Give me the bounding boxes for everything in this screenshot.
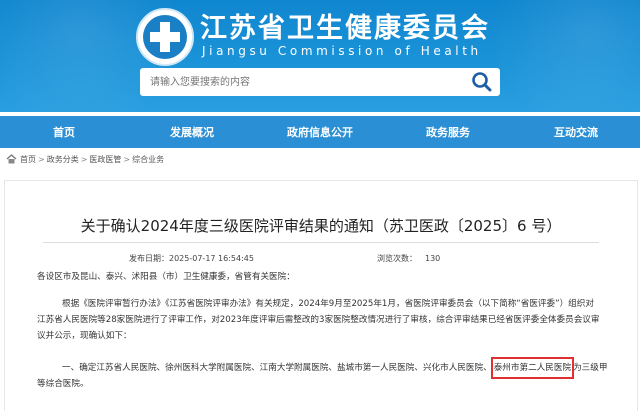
nav-item-gov-info[interactable]: 政府信息公开 xyxy=(256,116,384,148)
nav-item-services[interactable]: 政务服务 xyxy=(384,116,512,148)
breadcrumb-category[interactable]: 政务分类 xyxy=(47,154,79,165)
publish-date: 发布日期：2025-07-17 16:54:45 xyxy=(129,253,254,264)
view-count-value: 130 xyxy=(425,254,441,263)
publish-date-value: 2025-07-17 16:54:45 xyxy=(169,254,254,263)
site-title: 江苏省卫生健康委员会 xyxy=(200,13,490,44)
health-commission-emblem-icon[interactable] xyxy=(136,8,194,66)
para2-suffix: 为三级甲 xyxy=(573,363,608,373)
view-count: 浏览次数： 130 xyxy=(377,253,440,264)
para2-prefix: 一、确定江苏省人民医院、徐州医科大学附属医院、江南大学附属医院、盐城市第一人民医… xyxy=(62,363,492,373)
paragraph-line: 一、确定江苏省人民医院、徐州医科大学附属医院、江南大学附属医院、盐城市第一人民医… xyxy=(62,357,608,379)
article-panel: 关于确认2024年度三级医院评审结果的通知（苏卫医政〔2025〕6 号） 发布日… xyxy=(4,180,638,411)
search-button[interactable] xyxy=(470,71,494,93)
paragraph-line: 根据《医院评审暂行办法》《江苏省医院评审办法》有关规定，2024年9月至2025… xyxy=(62,299,594,309)
paragraph-line: 等综合医院。 xyxy=(37,379,89,389)
article-title: 关于确认2024年度三级医院评审结果的通知（苏卫医政〔2025〕6 号） xyxy=(80,217,562,235)
paragraph-line: 江苏省人民医院等28家医院进行了评审工作，对2023年度评审后需整改的3家医院整… xyxy=(37,315,600,325)
home-icon xyxy=(6,154,17,164)
main-nav: 首页 发展概况 政府信息公开 政务服务 互动交流 xyxy=(0,116,640,148)
breadcrumb-separator: > xyxy=(123,154,131,164)
breadcrumb-general-business[interactable]: 综合业务 xyxy=(132,154,164,165)
site-header: 江苏省卫生健康委员会 Jiangsu Commission of Health xyxy=(0,0,640,112)
divider xyxy=(43,242,599,243)
breadcrumb-separator: > xyxy=(38,154,45,164)
site-subtitle: Jiangsu Commission of Health xyxy=(202,44,482,58)
salutation: 各设区市及昆山、泰兴、沭阳县（市）卫生健康委，省管有关医院： xyxy=(37,272,295,282)
publish-date-label: 发布日期： xyxy=(129,254,169,263)
search-icon xyxy=(472,72,492,92)
search-bar xyxy=(140,68,500,96)
highlighted-hospital: 泰州市第二人民医院 xyxy=(490,357,575,379)
breadcrumb-separator: > xyxy=(80,154,88,164)
view-count-label: 浏览次数： xyxy=(377,254,417,263)
search-input[interactable] xyxy=(140,68,468,96)
nav-item-home[interactable]: 首页 xyxy=(0,116,128,148)
breadcrumb: 首页 > 政务分类 > 医政医管 > 综合业务 xyxy=(6,152,164,166)
paragraph-line: 议并公示，现确认如下： xyxy=(37,331,132,341)
breadcrumb-home[interactable]: 首页 xyxy=(20,154,36,165)
nav-item-development[interactable]: 发展概况 xyxy=(128,116,256,148)
breadcrumb-medical-admin[interactable]: 医政医管 xyxy=(89,154,121,165)
nav-item-interaction[interactable]: 互动交流 xyxy=(512,116,640,148)
